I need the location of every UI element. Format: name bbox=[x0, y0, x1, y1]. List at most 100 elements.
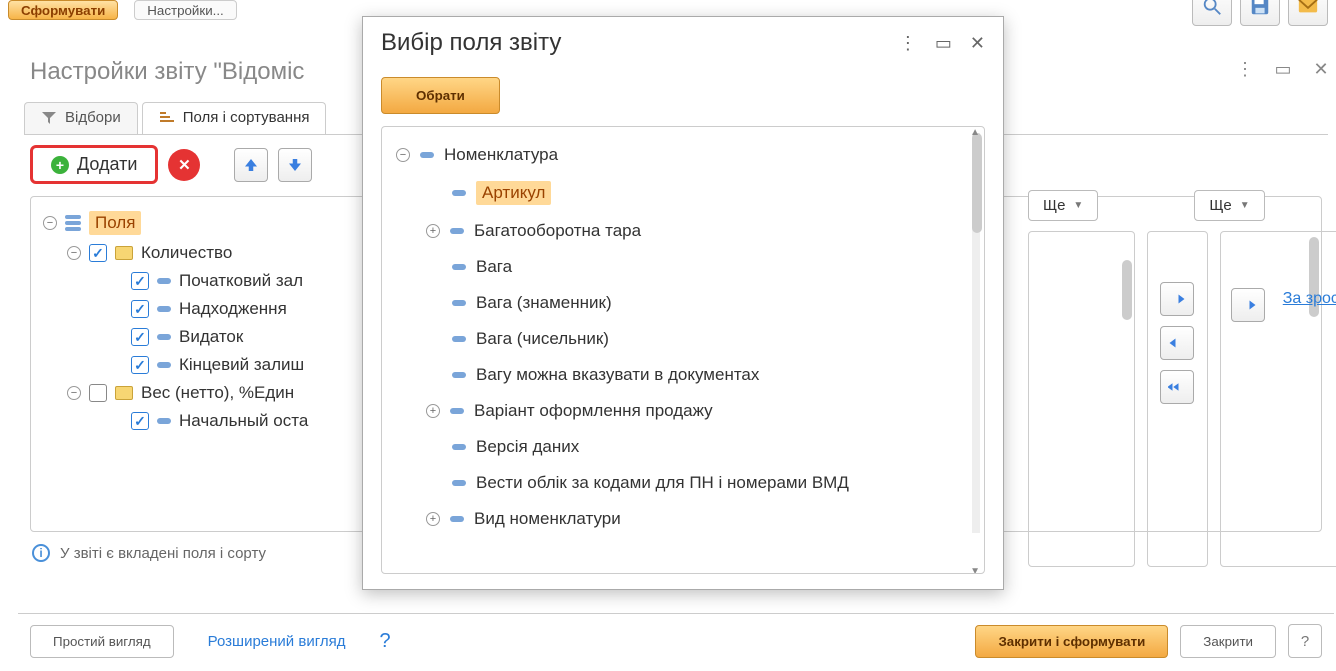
add-label: Додати bbox=[77, 154, 137, 175]
caret-icon: ▼ bbox=[1073, 200, 1083, 211]
help-link[interactable]: ? bbox=[379, 630, 390, 653]
close-icon[interactable]: ✕ bbox=[970, 33, 985, 54]
field-icon bbox=[452, 444, 466, 450]
modal-tree-item[interactable]: Вага (чисельник) bbox=[426, 321, 978, 357]
checkbox[interactable] bbox=[131, 412, 149, 430]
bottom-bar: Простий вигляд Розширений вигляд ? Закри… bbox=[18, 613, 1334, 668]
field-icon bbox=[420, 152, 434, 158]
expand-icon[interactable] bbox=[426, 404, 440, 418]
sort-link[interactable]: За зрост… bbox=[1283, 290, 1336, 308]
form-button[interactable]: Сформувати bbox=[8, 0, 118, 20]
advanced-view-link[interactable]: Розширений вигляд bbox=[186, 625, 368, 658]
move-up-button[interactable] bbox=[234, 148, 268, 182]
select-button[interactable]: Обрати bbox=[381, 77, 500, 114]
more-icon[interactable]: ⋮ bbox=[899, 33, 917, 54]
modal-tree-item[interactable]: Версія даних bbox=[426, 429, 978, 465]
tree-label: Количество bbox=[141, 243, 232, 263]
more-dropdown-right[interactable]: Ще▼ bbox=[1194, 190, 1264, 221]
move-all-left-button[interactable] bbox=[1160, 370, 1194, 404]
tree-label: Номенклатура bbox=[444, 145, 558, 165]
modal-tree-item[interactable]: Вести облік за кодами для ПН і номерами … bbox=[426, 465, 978, 501]
tab-label: Поля і сортування bbox=[183, 109, 310, 126]
modal-tree-item[interactable]: Артикул bbox=[426, 173, 978, 213]
sort-panel: За зрост… bbox=[1220, 231, 1336, 567]
info-text: У звіті є вкладені поля і сорту bbox=[60, 545, 266, 562]
modal-tree-root[interactable]: Номенклатура bbox=[396, 137, 978, 173]
modal-tree-item[interactable]: Багатооборотна тара bbox=[426, 213, 978, 249]
modal-tree-item[interactable]: Варіант оформлення продажу bbox=[426, 393, 978, 429]
move-down-button[interactable] bbox=[278, 148, 312, 182]
simple-view-button[interactable]: Простий вигляд bbox=[30, 625, 174, 658]
scrollbar-thumb[interactable] bbox=[1122, 260, 1132, 320]
right-panel-left bbox=[1028, 231, 1135, 567]
search-icon[interactable] bbox=[1192, 0, 1232, 26]
tree-label: Версія даних bbox=[476, 437, 579, 457]
checkbox[interactable] bbox=[89, 384, 107, 402]
save-icon[interactable] bbox=[1240, 0, 1280, 26]
collapse-icon[interactable] bbox=[67, 246, 81, 260]
help-button[interactable]: ? bbox=[1288, 624, 1322, 658]
maximize-icon[interactable]: ▭ bbox=[1270, 56, 1296, 82]
close-button[interactable]: Закрити bbox=[1180, 625, 1276, 658]
more-icon[interactable]: ⋮ bbox=[1232, 56, 1258, 82]
right-area: Ще▼ Ще▼ За зрост… bbox=[1028, 190, 1336, 567]
field-icon bbox=[452, 264, 466, 270]
close-and-form-button[interactable]: Закрити і сформувати bbox=[975, 625, 1168, 658]
modal-tree-panel: ▲ ▼ Номенклатура АртикулБагатооборотна т… bbox=[381, 126, 985, 574]
info-icon: i bbox=[32, 544, 50, 562]
field-icon bbox=[157, 418, 171, 424]
tree-label: Початковий зал bbox=[179, 271, 303, 291]
tab-filters[interactable]: Відбори bbox=[24, 102, 138, 134]
tab-fields-sort[interactable]: Поля і сортування bbox=[142, 102, 327, 134]
field-icon bbox=[450, 516, 464, 522]
tree-label: Надходження bbox=[179, 299, 287, 319]
modal-title: Вибір поля звіту bbox=[381, 29, 561, 57]
field-select-dialog: Вибір поля звіту ⋮ ▭ ✕ Обрати ▲ ▼ Номенк… bbox=[362, 16, 1004, 590]
field-icon bbox=[157, 334, 171, 340]
scroll-down-icon[interactable]: ▼ bbox=[970, 566, 980, 574]
filter-icon bbox=[41, 110, 57, 126]
field-icon bbox=[157, 278, 171, 284]
scroll-up-icon[interactable]: ▲ bbox=[970, 127, 980, 138]
move-left-button[interactable] bbox=[1160, 326, 1194, 360]
checkbox[interactable] bbox=[131, 328, 149, 346]
expand-icon[interactable] bbox=[426, 512, 440, 526]
modal-tree-item[interactable]: Вид номенклатури bbox=[426, 501, 978, 537]
sort-arrow[interactable] bbox=[1231, 288, 1265, 322]
checkbox[interactable] bbox=[131, 356, 149, 374]
field-icon bbox=[452, 190, 466, 196]
checkbox[interactable] bbox=[89, 244, 107, 262]
maximize-icon[interactable]: ▭ bbox=[935, 33, 952, 54]
plus-icon: + bbox=[51, 156, 69, 174]
add-button[interactable]: + Додати bbox=[30, 145, 158, 184]
close-icon[interactable]: ✕ bbox=[1308, 56, 1334, 82]
collapse-icon[interactable] bbox=[67, 386, 81, 400]
expand-icon[interactable] bbox=[426, 224, 440, 238]
tree-label: Вес (нетто), %Един bbox=[141, 383, 294, 403]
scrollbar-thumb[interactable] bbox=[972, 133, 982, 233]
modal-tree-item[interactable]: Вага bbox=[426, 249, 978, 285]
modal-tree-item[interactable]: Вагу можна вказувати в документах bbox=[426, 357, 978, 393]
field-icon bbox=[452, 480, 466, 486]
collapse-icon[interactable] bbox=[43, 216, 57, 230]
settings-button[interactable]: Настройки... bbox=[134, 0, 236, 20]
checkbox[interactable] bbox=[131, 272, 149, 290]
tree-label: Вага (знаменник) bbox=[476, 293, 612, 313]
field-icon bbox=[157, 362, 171, 368]
checkbox[interactable] bbox=[131, 300, 149, 318]
tree-label: Вага (чисельник) bbox=[476, 329, 609, 349]
tree-label: Видаток bbox=[179, 327, 243, 347]
collapse-icon[interactable] bbox=[396, 148, 410, 162]
caret-icon: ▼ bbox=[1240, 200, 1250, 211]
more-dropdown-left[interactable]: Ще▼ bbox=[1028, 190, 1098, 221]
field-icon bbox=[452, 336, 466, 342]
folder-icon bbox=[115, 386, 133, 400]
field-icon bbox=[450, 228, 464, 234]
tree-label: Кінцевий залиш bbox=[179, 355, 304, 375]
field-icon bbox=[452, 372, 466, 378]
move-right-button[interactable] bbox=[1160, 282, 1194, 316]
mail-icon[interactable] bbox=[1288, 0, 1328, 26]
delete-button[interactable]: ✕ bbox=[168, 149, 200, 181]
modal-tree-item[interactable]: Вага (знаменник) bbox=[426, 285, 978, 321]
tree-label: Вести облік за кодами для ПН і номерами … bbox=[476, 473, 849, 493]
